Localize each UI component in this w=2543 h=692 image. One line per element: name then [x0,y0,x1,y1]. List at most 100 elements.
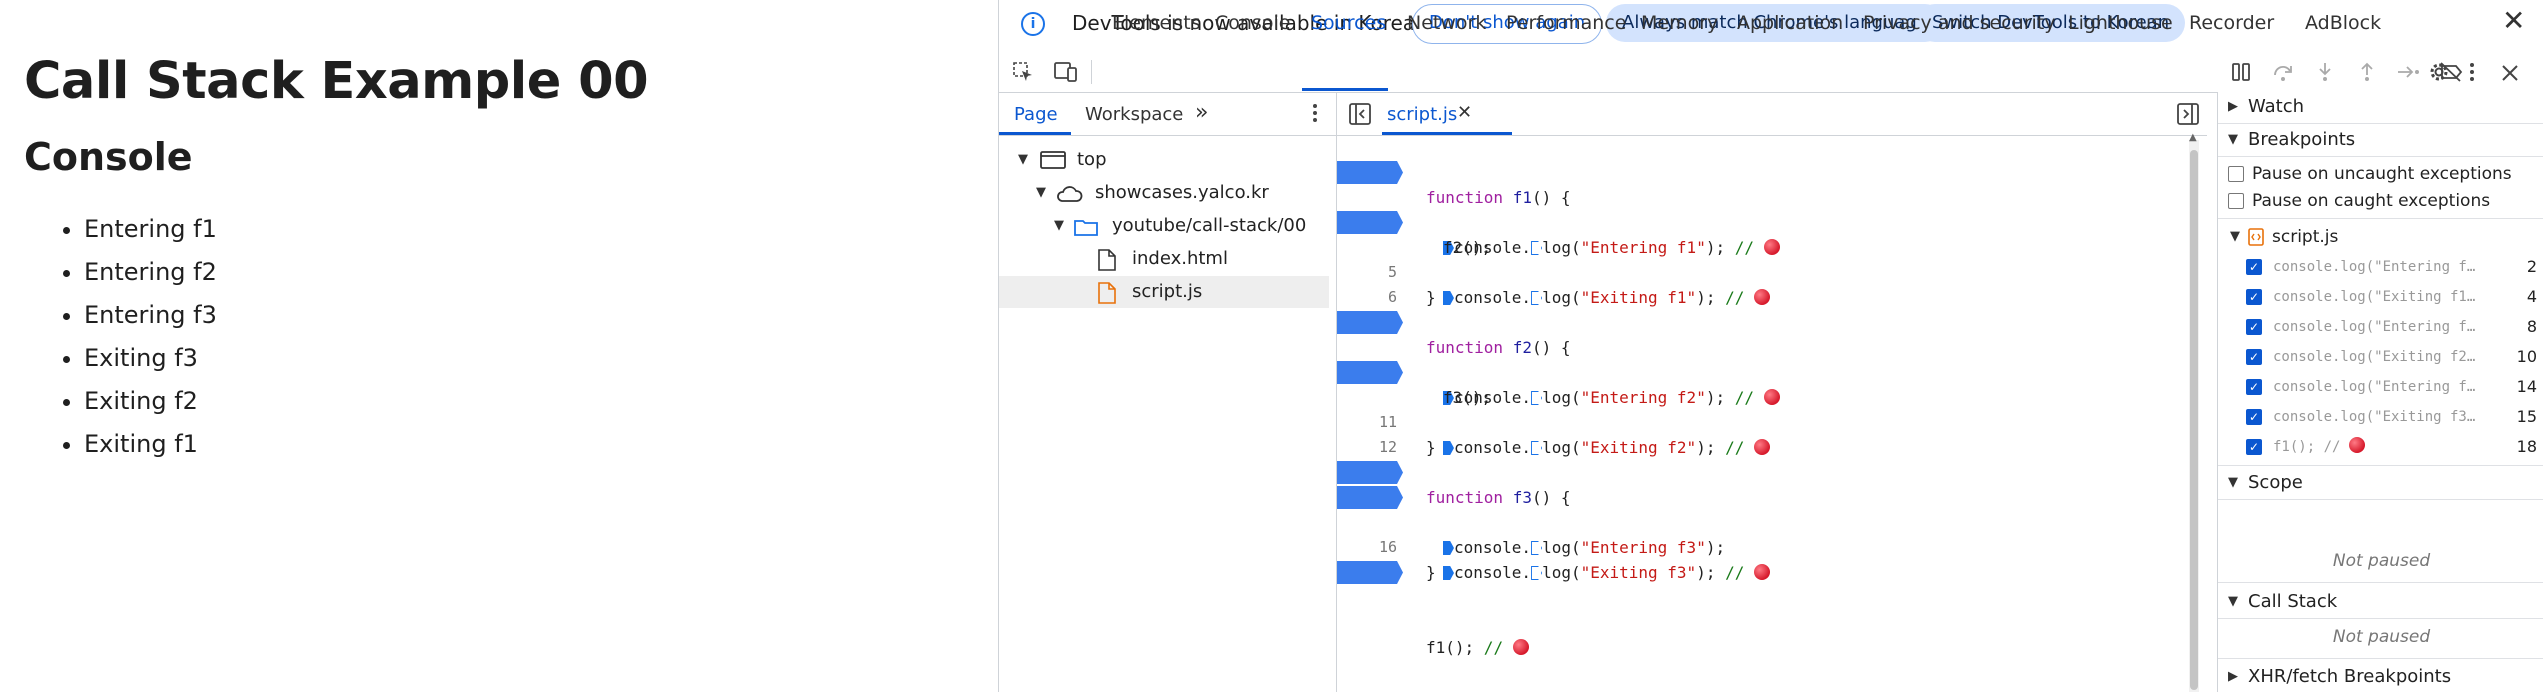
code-line-breakpoint: 10 console. log("Exiting f2"); // [1337,360,2197,457]
tree-item-folder[interactable]: ▼ youtube/call-stack/00 [999,210,1329,242]
code-line-breakpoint: 14 console. log("Entering f3"); [1337,460,2197,557]
breakpoint-item[interactable]: ✓ console.log("Exiting f1… 4 [2218,283,2543,311]
breakpoint-marker[interactable] [1337,161,1403,184]
pause-uncaught-option[interactable]: Pause on uncaught exceptions [2218,160,2543,188]
page-subtitle: Console [24,135,193,179]
xhr-breakpoints-section-header[interactable]: ▶ XHR/fetch Breakpoints [2218,662,2543,692]
scrollbar-thumb[interactable] [2190,150,2198,690]
checkbox[interactable] [2228,193,2244,209]
more-options-icon[interactable] [2467,60,2477,84]
tab-recorder[interactable]: Recorder [2189,12,2274,34]
step-icon[interactable] [2396,61,2422,83]
step-out-icon[interactable] [2356,61,2378,83]
watch-section-header[interactable]: ▶ Watch [2218,92,2543,122]
checkbox[interactable] [2228,166,2244,182]
editor-scrollbar[interactable]: ▲ [2189,132,2199,692]
close-devtools-icon[interactable] [2499,60,2521,84]
expanded-triangle-icon: ▼ [2228,594,2238,609]
pause-resume-icon[interactable] [2230,61,2252,83]
divider [2218,618,2543,619]
divider [2218,658,2543,659]
tab-workspace[interactable]: Workspace [1085,104,1183,125]
line-number[interactable]: 18 [1337,610,1397,635]
list-item: Exiting f1 [84,423,217,466]
file-icon [1098,249,1116,271]
pause-caught-option[interactable]: Pause on caught exceptions [2218,187,2543,215]
breakpoint-item[interactable]: ✓ console.log("Entering f… 8 [2218,313,2543,341]
breakpoint-marker[interactable] [1337,211,1403,234]
close-tab-icon[interactable]: ✕ [1457,102,1472,123]
checkbox[interactable]: ✓ [2246,409,2262,425]
checkbox[interactable]: ✓ [2246,319,2262,335]
breakpoint-marker[interactable] [1337,561,1403,584]
tab-application[interactable]: Application [1737,12,1843,34]
list-item: Entering f1 [84,208,217,251]
breakpoint-marker[interactable] [1337,361,1403,384]
tab-performance[interactable]: Performance [1506,12,1626,34]
scroll-up-arrow-icon[interactable]: ▲ [2189,132,2197,143]
scope-section-header[interactable]: ▼ Scope [2218,468,2543,498]
expand-triangle-icon: ▼ [1018,152,1028,167]
breakpoint-marker[interactable] [1337,461,1403,484]
editor-tab-script-js[interactable]: script.js [1387,104,1457,125]
tab-network[interactable]: Network [1407,12,1486,34]
tab-lighthouse[interactable]: Lighthouse [2068,12,2173,34]
breakpoint-code: console.log("Entering f… [2273,319,2476,335]
page-title: Call Stack Example 00 [24,52,649,111]
inspect-element-icon[interactable] [1011,60,1035,84]
breakpoints-section-header[interactable]: ▼ Breakpoints [2218,125,2543,155]
tree-item-top[interactable]: ▼ top [999,144,1329,176]
tab-privacy-security[interactable]: Privacy and security [1863,12,2055,34]
red-dot-emoji-icon [2348,437,2365,453]
frame-icon [1040,151,1066,169]
checkbox[interactable]: ✓ [2246,379,2262,395]
deactivate-breakpoints-icon[interactable] [2438,61,2464,83]
tab-sources[interactable]: Sources [1311,12,1386,34]
step-over-icon[interactable] [2272,61,2294,83]
tree-item-index-html[interactable]: index.html [999,243,1329,275]
active-tab-indicator [1302,88,1388,91]
tab-memory[interactable]: Memory [1641,12,1718,34]
checkbox[interactable]: ✓ [2246,439,2262,455]
script-file-icon [1098,282,1116,304]
step-into-icon[interactable] [2314,61,2336,83]
tree-item-script-js[interactable]: script.js [999,276,1329,308]
tab-elements[interactable]: Elements [1112,12,1201,34]
toggle-navigator-icon[interactable] [1349,103,1371,125]
section-label: XHR/fetch Breakpoints [2248,666,2452,687]
breakpoint-code: console.log("Exiting f3… [2273,409,2476,425]
device-toolbar-icon[interactable] [1053,60,1079,84]
checkbox[interactable]: ✓ [2246,259,2262,275]
breakpoint-item[interactable]: ✓ console.log("Exiting f2… 10 [2218,343,2543,371]
breakpoint-item[interactable]: ✓ f1(); // 18 [2218,433,2543,461]
checkbox[interactable]: ✓ [2246,289,2262,305]
infobar-close-icon[interactable]: ✕ [2502,4,2525,37]
devtools-panel: i DevTools is now available in Korean Do… [998,0,2543,692]
info-icon: i [1021,12,1045,36]
breakpoint-line: 10 [2516,347,2537,366]
code-line: 3 f2(); [1337,185,2197,257]
toggle-debugger-sidebar-icon[interactable] [2177,103,2199,125]
code-line: 9 f3(); [1337,335,2197,407]
checkbox[interactable]: ✓ [2246,349,2262,365]
more-tabs-chevron-icon[interactable]: » [1195,100,1208,125]
navigator-menu-icon[interactable] [1311,102,1319,124]
section-label: Scope [2248,472,2303,493]
section-label: Call Stack [2248,591,2338,612]
breakpoint-marker[interactable] [1337,486,1403,509]
call-stack-section-header[interactable]: ▼ Call Stack [2218,587,2543,617]
tab-console[interactable]: Console [1215,12,1290,34]
debugger-sidebar: ▶ Watch ▼ Breakpoints Pause on uncaught … [2217,62,2543,692]
breakpoint-file-group[interactable]: ▼ script.js [2218,223,2543,251]
code-area[interactable]: 1 function f1() { 2 console.log("Enterin… [1337,135,2197,692]
breakpoint-item[interactable]: ✓ console.log("Entering f… 2 [2218,253,2543,281]
tab-adblock[interactable]: AdBlock [2305,12,2381,34]
breakpoint-marker[interactable] [1337,311,1403,334]
tab-page[interactable]: Page [1014,104,1058,125]
tree-label: script.js [1132,281,1203,302]
tree-item-domain[interactable]: ▼ showcases.yalco.kr [999,177,1329,209]
breakpoint-item[interactable]: ✓ console.log("Exiting f3… 15 [2218,403,2543,431]
breakpoint-item[interactable]: ✓ console.log("Entering f… 14 [2218,373,2543,401]
divider [2218,218,2543,219]
folder-icon [1074,220,1098,236]
